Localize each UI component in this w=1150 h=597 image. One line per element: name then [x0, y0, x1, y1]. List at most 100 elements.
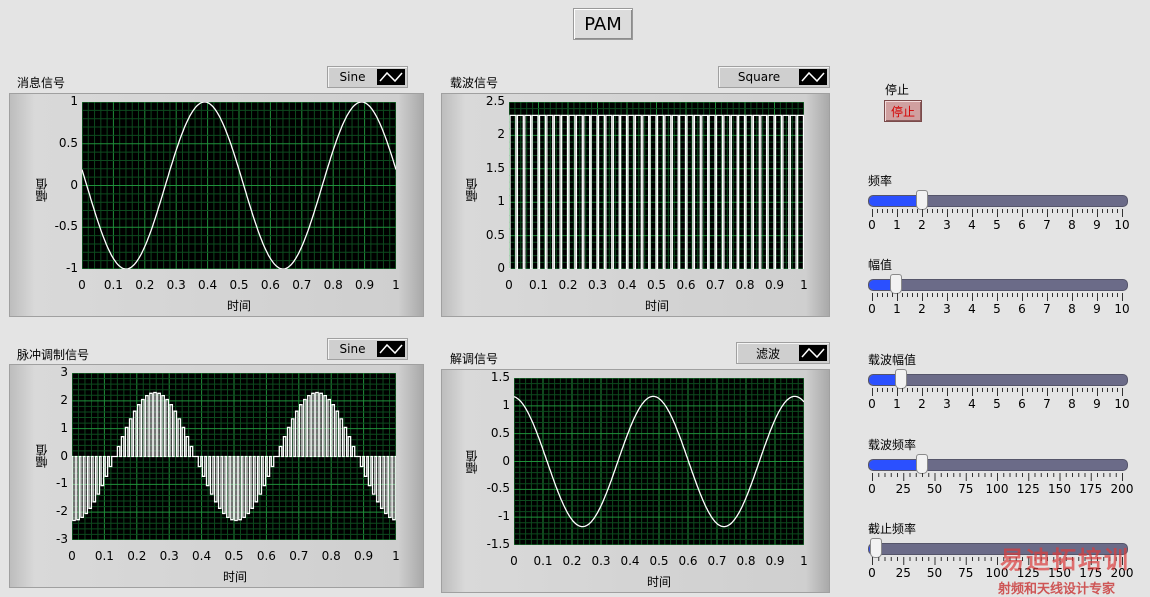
x-tick-label: 0.4	[198, 278, 218, 292]
x-tick-label: 0.1	[103, 278, 123, 292]
line-style-icon	[377, 341, 405, 357]
slider-scale	[872, 209, 1123, 217]
slider-scale-label: 4	[968, 397, 976, 411]
legend-carrier[interactable]: Square	[718, 66, 830, 88]
x-tick-label: 0.2	[127, 549, 147, 563]
slider-label: 频率	[868, 174, 893, 188]
x-tick-label: 0	[78, 278, 86, 292]
x-tick-label: 0.4	[620, 554, 640, 568]
legend-label: Sine	[339, 70, 366, 84]
slider-scale-label: 175	[1079, 482, 1103, 496]
plot-demod[interactable]	[514, 378, 804, 545]
slider-scale	[872, 388, 1123, 396]
slider-scale-label: 2	[918, 218, 926, 232]
slider-thumb[interactable]	[889, 274, 902, 294]
x-tick-label: 0.3	[591, 554, 611, 568]
slider-fill	[869, 460, 921, 470]
x-tick-label: 0.2	[135, 278, 155, 292]
legend-label: Sine	[339, 342, 366, 356]
slider-scale-label: 9	[1093, 302, 1101, 316]
slider-scale-label: 5	[993, 302, 1001, 316]
y-tick-label: -1	[56, 476, 68, 491]
slider-scale-label: 1	[893, 218, 901, 232]
y-tick-label: 3	[60, 365, 68, 379]
stop-button[interactable]: 停止	[884, 100, 922, 122]
legend-pam[interactable]: Sine	[327, 338, 408, 360]
x-tick-label: 0.1	[94, 549, 114, 563]
slider-scale-label: 50	[926, 566, 943, 580]
x-tick-label: 0.7	[705, 278, 726, 292]
x-tick-label: 0.5	[229, 278, 249, 292]
slider-scale-label: 2	[918, 302, 926, 316]
y-tick-label: 1	[497, 194, 505, 209]
slider-scale-label: 4	[968, 302, 976, 316]
graph-label-pam: 脉冲调制信号	[17, 348, 90, 362]
slider-scale-label: 0	[868, 218, 876, 232]
x-tick-label: 0.7	[707, 554, 727, 568]
x-axis-title: 时间	[227, 299, 252, 313]
legend-label: 滤波	[755, 346, 780, 361]
x-tick-label: 1	[800, 278, 808, 292]
slider-scale-label: 75	[958, 566, 974, 580]
x-axis-title: 时间	[647, 575, 672, 589]
slider-scale-label: 3	[943, 302, 951, 316]
y-tick-label: 1.5	[490, 370, 510, 384]
x-tick-label: 0.8	[323, 278, 343, 292]
slider-track[interactable]	[868, 454, 1128, 474]
slider-scale-label: 2	[918, 397, 926, 411]
graph-label-carrier: 载波信号	[450, 76, 499, 90]
y-tick-label: 1.5	[485, 160, 505, 175]
x-tick-label: 0.8	[735, 278, 755, 292]
slider-track[interactable]	[868, 369, 1128, 389]
x-tick-label: 0.2	[562, 554, 582, 568]
legend-demod[interactable]: 滤波	[736, 342, 830, 364]
carrier-trace	[509, 114, 804, 269]
x-tick-label: 0.3	[159, 549, 179, 563]
plot-pam[interactable]	[72, 373, 396, 540]
slider-scale	[872, 293, 1123, 301]
plot-carrier[interactable]	[509, 102, 804, 269]
slider-scale-label: 9	[1093, 397, 1101, 411]
x-tick-label: 0.6	[676, 278, 696, 292]
x-axis-title: 时间	[223, 570, 248, 584]
pam-title-button[interactable]: PAM	[573, 8, 633, 40]
slider-label: 载波幅值	[868, 353, 917, 367]
watermark-logo: 易迪拓培训	[1000, 546, 1130, 574]
slider-thumb[interactable]	[915, 454, 928, 474]
x-tick-label: 0.6	[256, 549, 276, 563]
slider-scale-label: 0	[868, 302, 876, 316]
legend-label: Square	[737, 70, 781, 84]
y-tick-label: 0.5	[490, 425, 510, 440]
slider-scale-label: 0	[868, 397, 876, 411]
slider-track[interactable]	[868, 190, 1128, 210]
slider-scale-label: 4	[968, 218, 976, 232]
y-tick-label: -2	[56, 504, 68, 519]
x-tick-label: 0	[68, 549, 76, 563]
x-tick-label: 0.5	[649, 554, 669, 568]
y-tick-label: 0	[70, 177, 78, 192]
slider-scale-label: 9	[1093, 218, 1101, 232]
x-tick-label: 1	[800, 554, 808, 568]
x-tick-label: 0.7	[289, 549, 309, 563]
watermark-tagline: 射频和天线设计专家	[998, 582, 1116, 597]
y-tick-label: 0	[60, 448, 68, 463]
x-tick-label: 0.4	[617, 278, 637, 292]
y-tick-label: 1	[60, 420, 68, 435]
plot-message[interactable]	[82, 102, 396, 269]
y-tick-label: -0.5	[54, 219, 78, 234]
slider-thumb[interactable]	[870, 538, 883, 558]
legend-message[interactable]: Sine	[327, 66, 408, 88]
slider-scale-label: 6	[1018, 302, 1026, 316]
x-tick-label: 1	[392, 549, 400, 563]
slider-scale-label: 0	[868, 566, 876, 580]
slider-track[interactable]	[868, 274, 1128, 294]
y-tick-label: -0.5	[486, 481, 510, 496]
y-tick-label: -1	[498, 509, 510, 524]
x-tick-label: 0	[505, 278, 513, 292]
slider-scale-label: 8	[1068, 397, 1076, 411]
slider-thumb[interactable]	[915, 190, 928, 210]
slider-scale-label: 7	[1043, 302, 1051, 316]
slider-scale-label: 0	[868, 482, 876, 496]
slider-thumb[interactable]	[894, 369, 907, 389]
x-tick-label: 0	[510, 554, 518, 568]
